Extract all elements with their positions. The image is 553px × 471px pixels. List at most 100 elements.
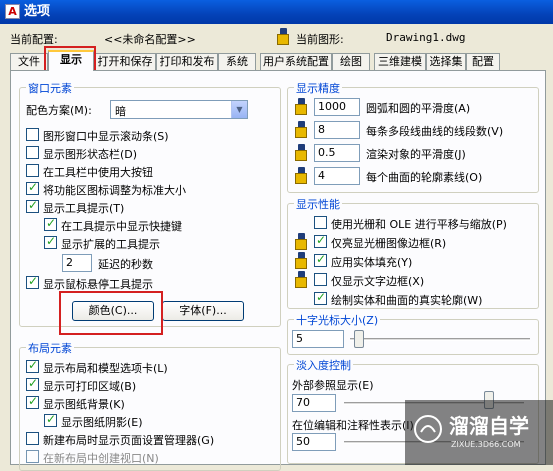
display-performance-group: 显示性能 使用光栅和 OLE 进行平移与缩放(P) 仅亮显光栅图像边框(R) 应… <box>287 196 539 309</box>
show-tooltips-label: 显示工具提示(T) <box>43 202 125 215</box>
text-frame-label: 仅显示文字边框(X) <box>331 275 425 288</box>
drawing-setting-icon <box>292 121 310 139</box>
drawing-icon <box>274 28 292 46</box>
xref-fade-input[interactable]: 70 <box>292 394 336 412</box>
page-setup-manager-checkbox[interactable] <box>26 432 39 445</box>
solid-fill-checkbox[interactable] <box>314 252 327 267</box>
tab-selection[interactable]: 选择集 <box>426 53 466 70</box>
layout-model-tabs-label: 显示布局和模型选项卡(L) <box>43 362 168 375</box>
true-silhouettes-checkbox[interactable] <box>314 290 327 305</box>
raster-frame-checkbox[interactable] <box>314 233 327 248</box>
tab-open-save[interactable]: 打开和保存 <box>94 53 156 70</box>
resize-ribbon-icons-checkbox[interactable] <box>26 180 39 195</box>
window-elements-title: 窗口元素 <box>26 80 74 96</box>
paper-background-label: 显示图纸背景(K) <box>43 398 125 411</box>
paper-shadow-label: 显示图纸阴影(E) <box>61 416 143 429</box>
tab-system[interactable]: 系统 <box>218 53 256 70</box>
drawing-setting-icon <box>292 98 310 116</box>
watermark-url: ZIXUE.3D66.COM <box>451 440 521 449</box>
color-scheme-label: 配色方案(M): <box>26 104 92 117</box>
watermark: 溜溜自学 ZIXUE.3D66.COM <box>405 400 553 465</box>
display-resolution-title: 显示精度 <box>294 80 342 96</box>
printable-area-checkbox[interactable] <box>26 376 39 391</box>
status-bar-label: 显示图形状态栏(D) <box>43 148 138 161</box>
create-viewport-label: 在新布局中创建视口(N) <box>43 452 159 465</box>
crosshair-size-title: 十字光标大小(Z) <box>294 312 381 328</box>
delay-seconds-label: 延迟的秒数 <box>98 258 153 271</box>
crosshair-slider-thumb[interactable] <box>354 330 364 348</box>
show-tooltips-checkbox[interactable] <box>26 198 39 213</box>
shortcut-keys-label: 在工具提示中显示快捷键 <box>61 220 182 233</box>
text-frame-checkbox[interactable] <box>314 273 327 286</box>
layout-model-tabs-checkbox[interactable] <box>26 358 39 373</box>
page-setup-manager-label: 新建布局时显示页面设置管理器(G) <box>43 434 215 447</box>
paper-shadow-checkbox[interactable] <box>44 412 57 427</box>
layout-elements-title: 布局元素 <box>26 340 74 356</box>
raster-ole-checkbox[interactable] <box>314 216 327 229</box>
tab-user-preferences[interactable]: 用户系统配置 <box>260 53 332 70</box>
inplace-fade-input[interactable]: 50 <box>292 433 336 451</box>
drawing-setting-icon <box>292 233 310 251</box>
xref-fade-label: 外部参照显示(E) <box>292 379 374 392</box>
paper-background-checkbox[interactable] <box>26 394 39 409</box>
contour-lines-label: 每个曲面的轮廓素线(O) <box>366 171 483 184</box>
color-scheme-select[interactable]: 暗 ▼ <box>110 100 248 119</box>
tab-3d-modeling[interactable]: 三维建模 <box>374 53 426 70</box>
raster-frame-label: 仅亮显光栅图像边框(R) <box>331 237 447 250</box>
extended-tooltips-label: 显示扩展的工具提示 <box>61 238 160 251</box>
layout-elements-group: 布局元素 显示布局和模型选项卡(L) 显示可打印区域(B) 显示图纸背景(K) … <box>19 340 281 471</box>
large-buttons-label: 在工具栏中使用大按钮 <box>43 166 153 179</box>
drawing-setting-icon <box>292 144 310 162</box>
color-scheme-value: 暗 <box>115 105 126 118</box>
status-bar-checkbox[interactable] <box>26 146 39 159</box>
app-icon: A <box>5 4 20 19</box>
display-performance-title: 显示性能 <box>294 196 342 212</box>
current-drawing-value: Drawing1.dwg <box>386 31 466 44</box>
drawing-setting-icon <box>292 252 310 270</box>
fonts-button[interactable]: 字体(F)... <box>162 301 244 321</box>
fade-control-title: 淡入度控制 <box>294 357 353 373</box>
window-title: 选项 <box>24 4 51 19</box>
tab-files[interactable]: 文件 <box>10 53 48 70</box>
scrollbars-label: 图形窗口中显示滚动条(S) <box>43 130 169 143</box>
inplace-fade-label: 在位编辑和注释性表示(I) <box>292 419 414 432</box>
true-silhouettes-label: 绘制实体和曲面的真实轮廓(W) <box>331 294 483 307</box>
arc-smoothness-input[interactable]: 1000 <box>314 98 360 116</box>
create-viewport-checkbox[interactable] <box>26 450 39 463</box>
printable-area-label: 显示可打印区域(B) <box>43 380 137 393</box>
crosshair-size-group: 十字光标大小(Z) 5 <box>287 312 539 355</box>
tab-profiles[interactable]: 配置 <box>466 53 500 70</box>
highlight-colors-button <box>59 291 163 335</box>
render-smoothness-input[interactable]: 0.5 <box>314 144 360 162</box>
watermark-logo-icon <box>414 415 442 443</box>
large-buttons-checkbox[interactable] <box>26 164 39 177</box>
extended-tooltips-checkbox[interactable] <box>44 234 57 249</box>
rollover-tooltips-checkbox[interactable] <box>26 274 39 289</box>
polyline-segments-label: 每条多段线曲线的线段数(V) <box>366 125 504 138</box>
arc-smoothness-label: 圆弧和圆的平滑度(A) <box>366 102 471 115</box>
current-drawing-label: 当前图形: <box>296 33 344 46</box>
chevron-down-icon[interactable]: ▼ <box>231 101 247 118</box>
render-smoothness-label: 渲染对象的平滑度(J) <box>366 148 466 161</box>
tab-plot-publish[interactable]: 打印和发布 <box>156 53 218 70</box>
scrollbars-checkbox[interactable] <box>26 128 39 141</box>
watermark-name: 溜溜自学 <box>449 414 529 438</box>
drawing-setting-icon <box>292 167 310 185</box>
tab-drafting[interactable]: 绘图 <box>332 53 370 70</box>
tab-display[interactable]: 显示 <box>48 50 94 71</box>
display-resolution-group: 显示精度 1000 圆弧和圆的平滑度(A) 8 每条多段线曲线的线段数(V) 0… <box>287 80 539 193</box>
shortcut-keys-checkbox[interactable] <box>44 216 57 231</box>
title-bar: A 选项 <box>0 0 553 24</box>
contour-lines-input[interactable]: 4 <box>314 167 360 185</box>
crosshair-size-input[interactable]: 5 <box>292 330 344 348</box>
current-profile-value: <<未命名配置>> <box>104 33 196 46</box>
solid-fill-label: 应用实体填充(Y) <box>331 256 413 269</box>
polyline-segments-input[interactable]: 8 <box>314 121 360 139</box>
crosshair-slider-track[interactable] <box>350 338 530 341</box>
delay-seconds-input[interactable]: 2 <box>62 254 92 272</box>
current-profile-label: 当前配置: <box>10 33 58 46</box>
raster-ole-label: 使用光栅和 OLE 进行平移与缩放(P) <box>331 218 507 231</box>
resize-ribbon-icons-label: 将功能区图标调整为标准大小 <box>43 184 186 197</box>
rollover-tooltips-label: 显示鼠标悬停工具提示 <box>43 278 153 291</box>
drawing-setting-icon <box>292 271 310 289</box>
